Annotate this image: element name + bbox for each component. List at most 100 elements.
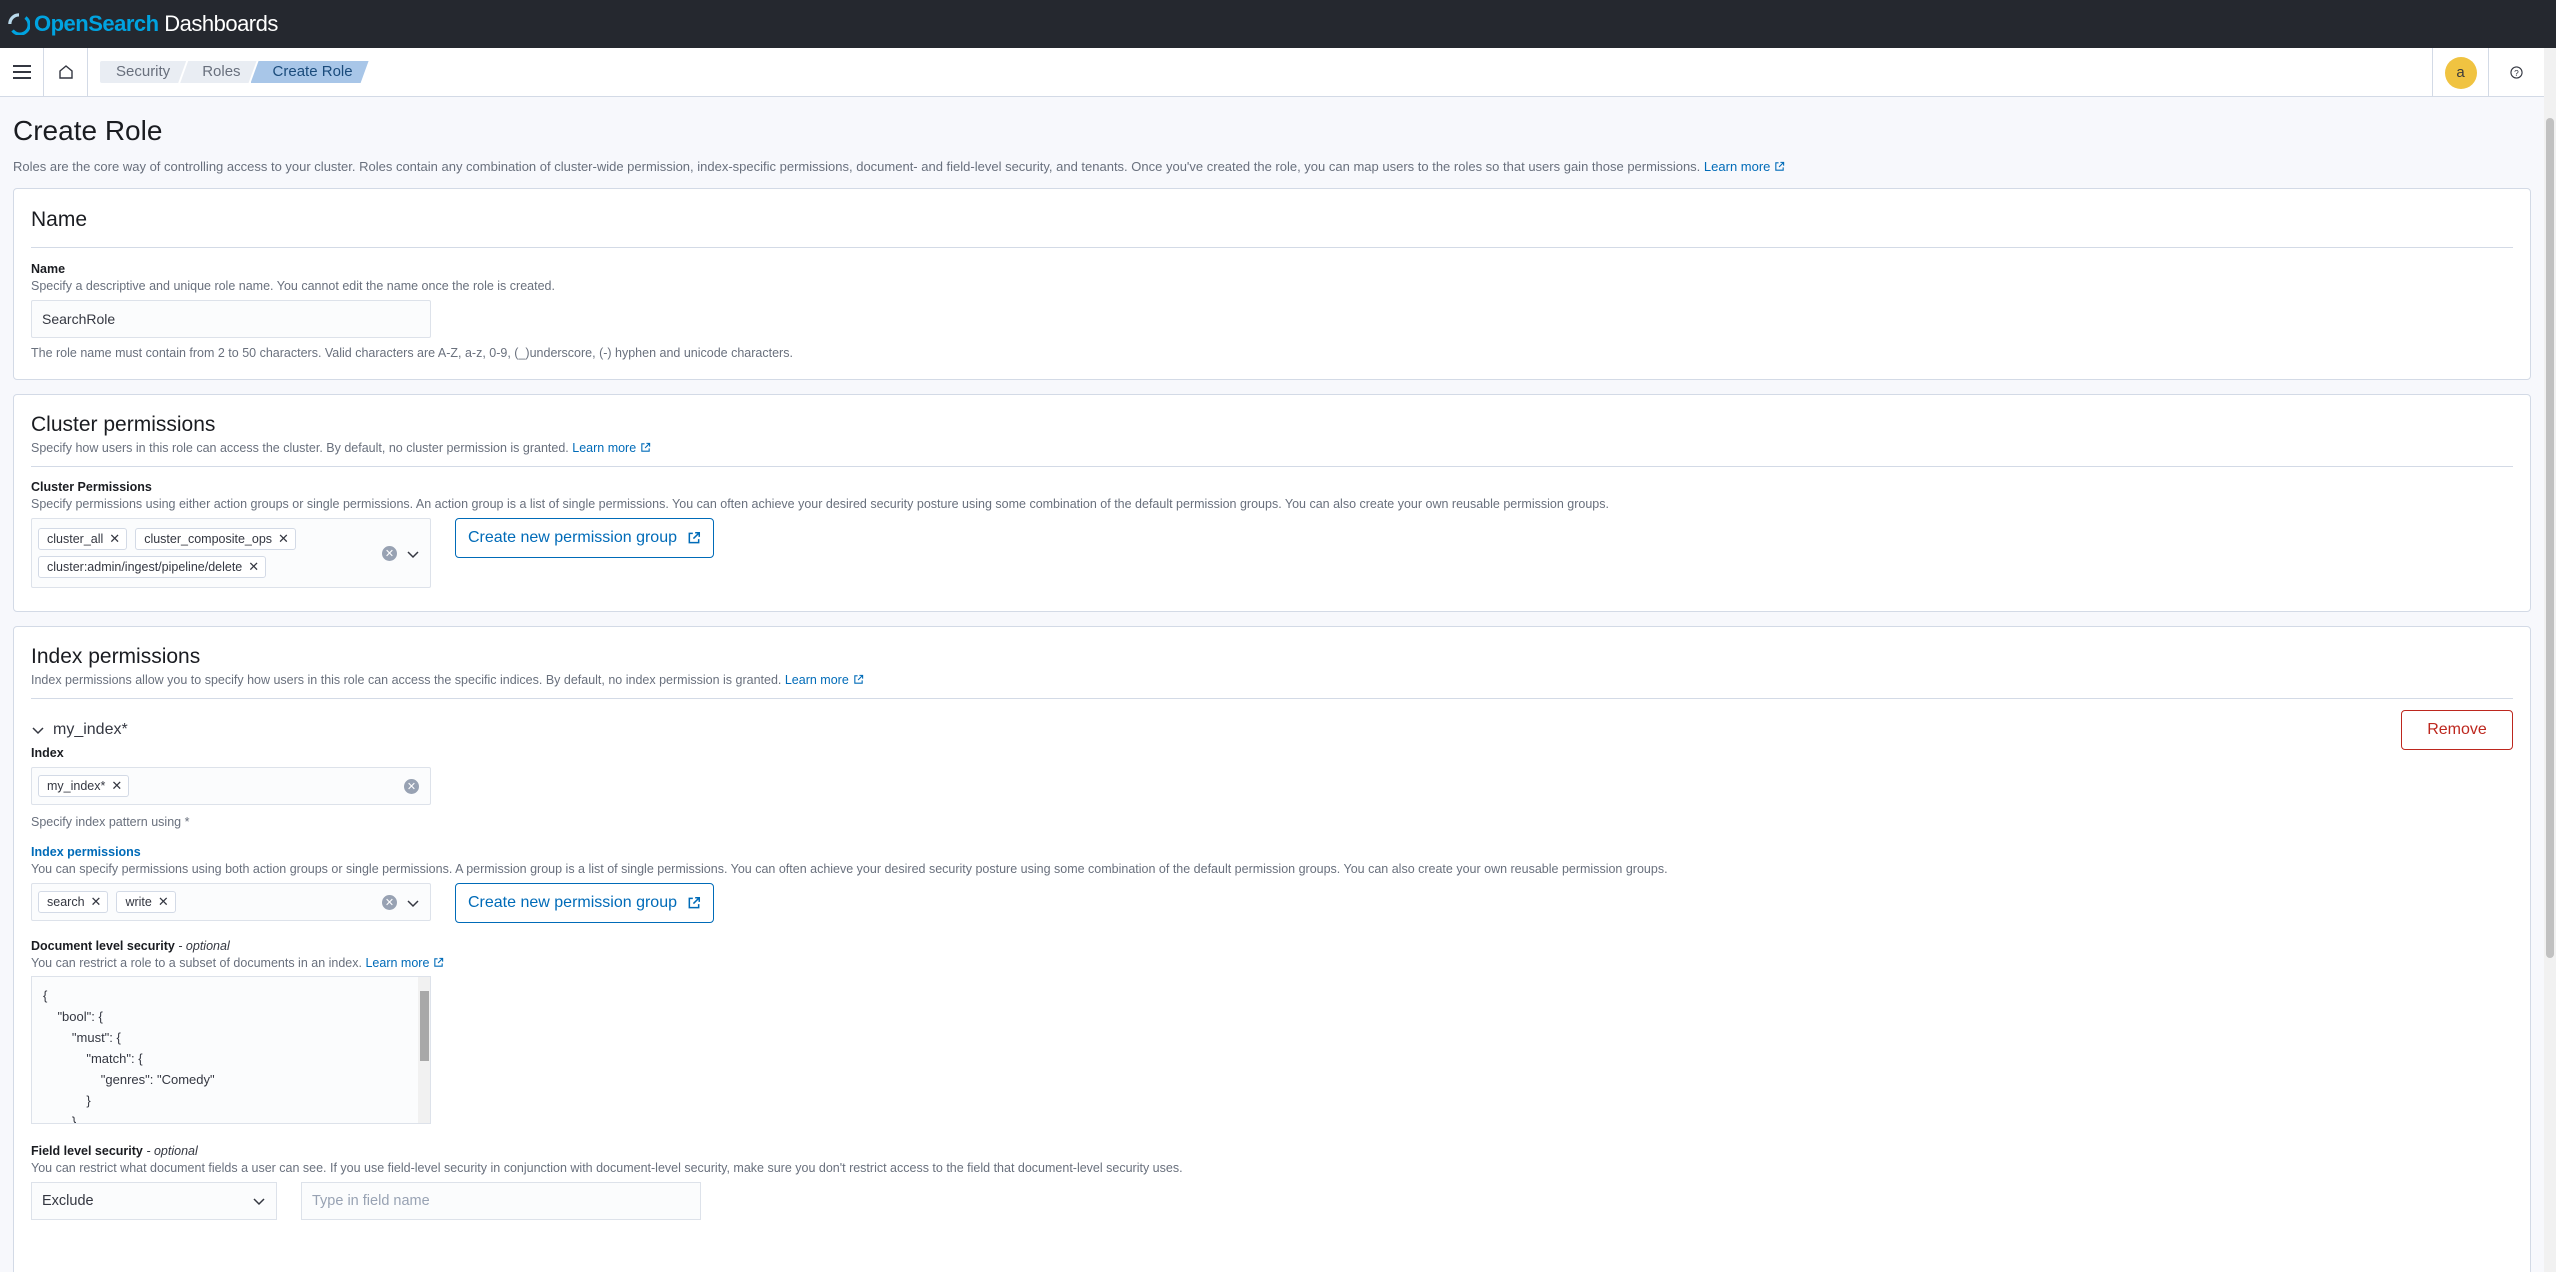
remove-badge-icon[interactable]: ✕ (248, 559, 259, 575)
remove-badge-icon[interactable]: ✕ (109, 531, 120, 547)
index-entry-accordion-toggle[interactable]: my_index* (31, 721, 128, 739)
name-label: Name (31, 262, 66, 276)
learn-more-link[interactable]: Learn more (1704, 159, 1785, 174)
cluster-panel-description-text: Specify how users in this role can acces… (31, 441, 569, 455)
create-permission-group-label: Create new permission group (468, 529, 677, 546)
badge-label: my_index* (47, 779, 106, 793)
cluster-permissions-panel: Cluster permissions Specify how users in… (13, 394, 2531, 612)
home-button[interactable] (44, 47, 88, 97)
nav-bar: Security Roles Create Role a ? (0, 47, 2544, 97)
badge-label: cluster:admin/ingest/pipeline/delete (47, 560, 243, 574)
index-permissions-combobox[interactable]: search ✕ write ✕ ✕ (31, 883, 431, 921)
remove-badge-icon[interactable]: ✕ (278, 531, 289, 547)
field-name-placeholder: Type in field name (312, 1193, 430, 1209)
create-permission-group-button[interactable]: Create new permission group (455, 518, 714, 558)
clear-selection-icon[interactable]: ✕ (404, 779, 419, 794)
chevron-down-icon[interactable] (406, 896, 420, 910)
remove-badge-icon[interactable]: ✕ (91, 894, 102, 910)
index-learn-more-label: Learn more (784, 673, 849, 687)
dls-query-editor[interactable]: { "bool": { "must": { "match": { "genres… (31, 976, 431, 1124)
breadcrumb-create-role: Create Role (251, 61, 369, 83)
clear-selection-icon[interactable]: ✕ (382, 546, 397, 561)
opensearch-logo[interactable]: OpenSearch Dashboards (8, 11, 278, 37)
optional-tag: - optional (178, 939, 230, 953)
cluster-permissions-help: Specify permissions using either action … (31, 497, 1609, 511)
cluster-panel-description: Specify how users in this role can acces… (31, 441, 2513, 466)
external-link-icon (688, 896, 701, 909)
editor-scrollbar[interactable] (418, 977, 430, 1123)
create-permission-group-label: Create new permission group (468, 894, 677, 911)
page-description: Roles are the core way of controlling ac… (13, 159, 2531, 174)
top-header: OpenSearch Dashboards (0, 0, 2556, 48)
learn-more-label: Learn more (1703, 159, 1771, 174)
name-help: Specify a descriptive and unique role na… (31, 279, 555, 293)
home-icon (58, 65, 73, 79)
cluster-permissions-combobox[interactable]: cluster_all ✕ cluster_composite_ops ✕ clus… (31, 518, 431, 588)
user-menu-button[interactable]: a (2432, 48, 2488, 97)
remove-badge-icon[interactable]: ✕ (111, 778, 122, 794)
dls-label: Document level security - optional (31, 939, 2513, 953)
menu-toggle-button[interactable] (0, 47, 44, 97)
permission-badge: search ✕ (38, 891, 109, 913)
page-scrollbar-thumb[interactable] (2546, 118, 2554, 958)
permission-badge: cluster:admin/ingest/pipeline/delete ✕ (38, 556, 267, 578)
index-pattern-combobox[interactable]: my_index* ✕ ✕ (31, 767, 431, 805)
dls-learn-more-link[interactable]: Learn more (365, 956, 444, 970)
fls-mode-value: Exclude (42, 1193, 94, 1209)
badge-label: write (125, 895, 152, 909)
external-link-icon (641, 442, 651, 452)
help-icon: ? (2510, 66, 2523, 79)
fls-label: Field level security - optional (31, 1144, 2513, 1158)
breadcrumb: Security Roles Create Role (100, 48, 363, 97)
main-content: Create Role Roles are the core way of co… (13, 97, 2531, 1272)
cluster-panel-heading: Cluster permissions (31, 413, 216, 436)
permission-badge: write ✕ (116, 891, 176, 913)
name-hint: The role name must contain from 2 to 50 … (31, 346, 793, 360)
role-name-input[interactable]: SearchRole (31, 300, 431, 338)
remove-badge-icon[interactable]: ✕ (158, 894, 169, 910)
index-pattern-hint: Specify index pattern using * (31, 815, 190, 829)
page-scrollbar[interactable] (2544, 48, 2556, 1272)
cluster-permissions-label: Cluster Permissions (31, 480, 152, 494)
dls-help-text: You can restrict a role to a subset of d… (31, 956, 362, 970)
name-panel: Name Name Specify a descriptive and uniq… (13, 188, 2531, 380)
badge-label: cluster_composite_ops (144, 532, 273, 546)
external-link-icon (434, 957, 444, 967)
editor-scrollbar-thumb[interactable] (420, 991, 429, 1061)
fls-label-text: Field level security (31, 1144, 143, 1158)
chevron-down-icon[interactable] (406, 547, 420, 561)
external-link-icon (854, 674, 863, 684)
dls-label-text: Document level security (31, 939, 175, 953)
breadcrumb-roles[interactable]: Roles (180, 61, 256, 83)
help-button[interactable]: ? (2488, 48, 2544, 97)
index-panel-description: Index permissions allow you to specify h… (31, 673, 2513, 698)
optional-tag: - optional (146, 1144, 198, 1158)
external-link-icon (688, 531, 701, 544)
logo-brand: OpenSearch (34, 11, 159, 36)
clear-selection-icon[interactable]: ✕ (382, 895, 397, 910)
remove-button[interactable]: Remove (2401, 710, 2513, 750)
index-permissions-panel: Index permissions Index permissions allo… (13, 626, 2531, 1272)
svg-text:?: ? (2514, 68, 2519, 78)
fls-mode-select[interactable]: Exclude (31, 1182, 277, 1220)
cluster-learn-more-label: Learn more (572, 441, 637, 455)
divider (31, 247, 2513, 248)
remove-label: Remove (2427, 721, 2487, 738)
breadcrumb-security[interactable]: Security (100, 61, 186, 83)
permission-badge: cluster_composite_ops ✕ (135, 528, 296, 550)
logo-text: OpenSearch Dashboards (34, 11, 278, 37)
page-title: Create Role (13, 115, 163, 146)
badge-label: cluster_all (47, 532, 104, 546)
field-name-input[interactable]: Type in field name (301, 1182, 701, 1220)
role-name-value: SearchRole (42, 311, 116, 327)
index-panel-description-text: Index permissions allow you to specify h… (31, 673, 782, 687)
index-badge: my_index* ✕ (38, 775, 130, 797)
index-learn-more-link[interactable]: Learn more (785, 673, 864, 687)
permission-badge: cluster_all ✕ (38, 528, 128, 550)
create-permission-group-button[interactable]: Create new permission group (455, 883, 714, 923)
name-panel-heading: Name (31, 208, 88, 231)
opensearch-logo-icon (8, 13, 30, 35)
cluster-learn-more-link[interactable]: Learn more (572, 441, 651, 455)
external-link-icon (1775, 161, 1785, 171)
chevron-down-icon (32, 727, 44, 735)
